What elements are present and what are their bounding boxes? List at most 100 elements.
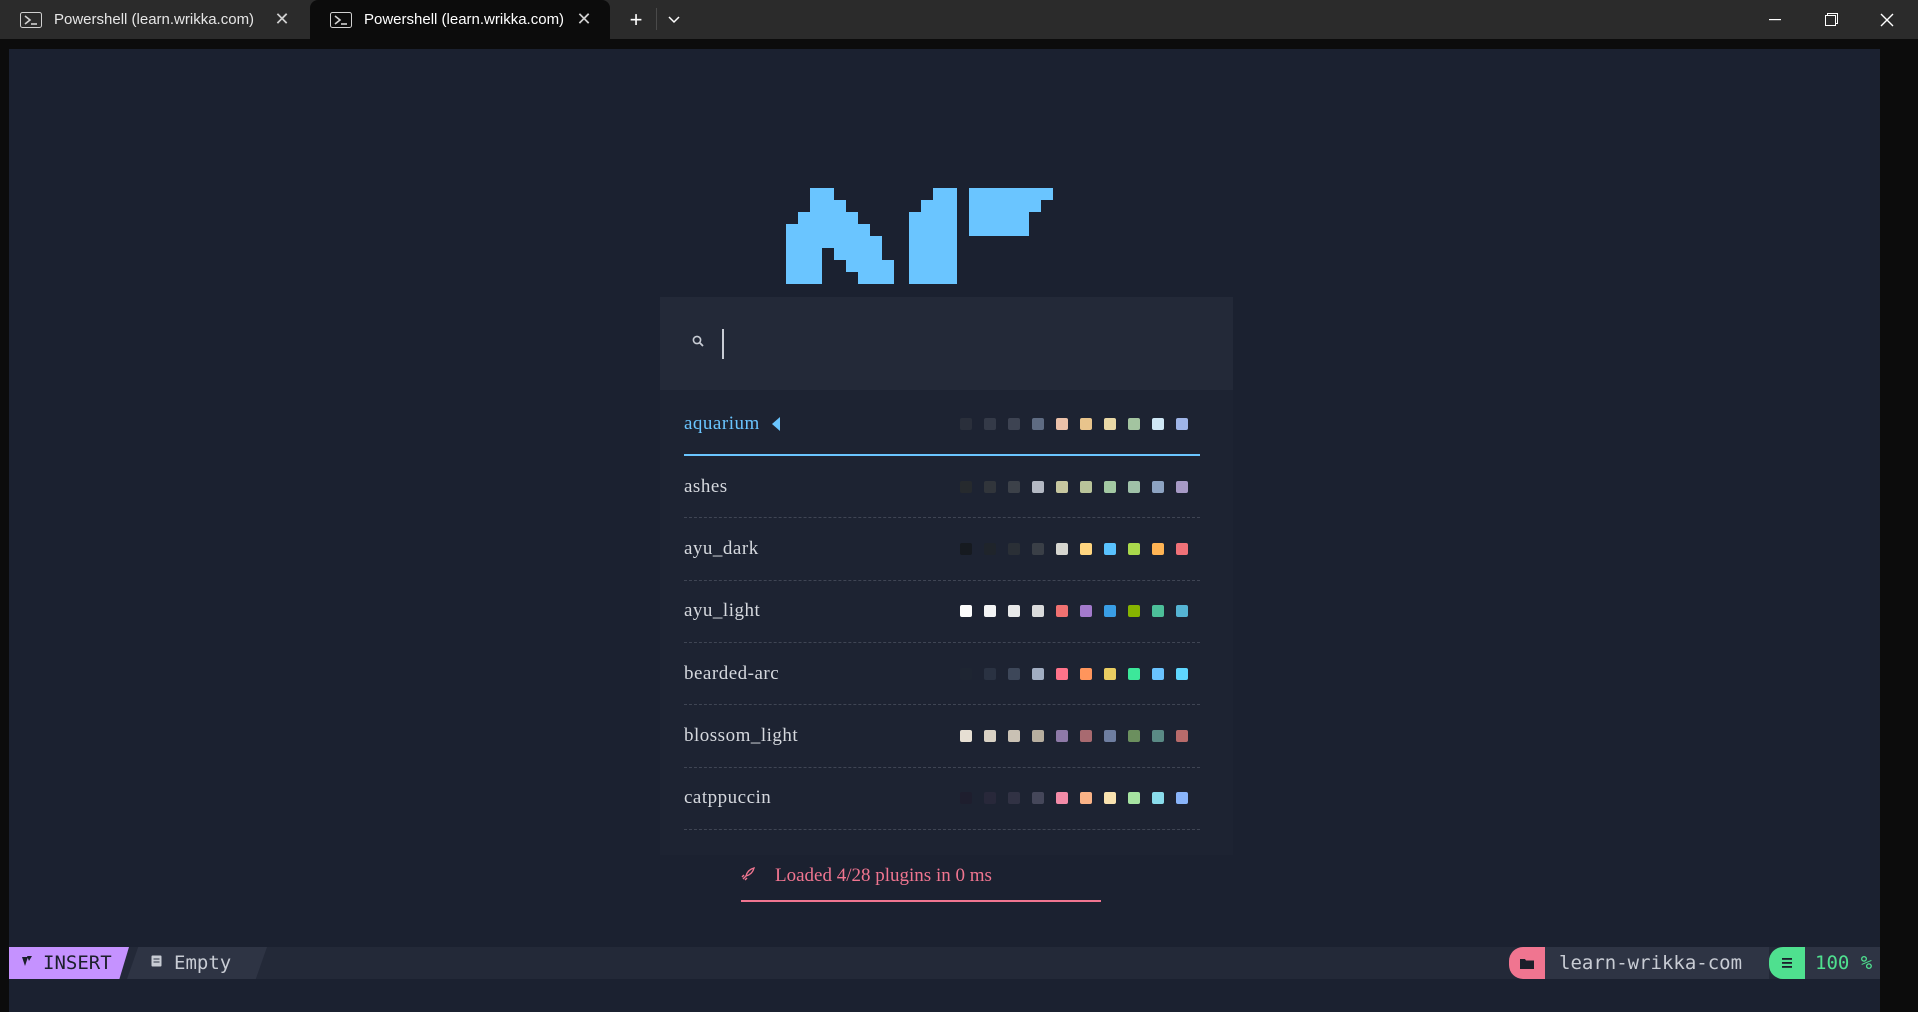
color-swatches [960, 543, 1188, 556]
search-icon [692, 335, 706, 352]
color-swatch [1128, 418, 1140, 430]
result-label: ashes [684, 475, 728, 497]
color-swatch [1104, 543, 1116, 556]
color-swatch [1056, 730, 1068, 742]
color-swatch [1080, 792, 1092, 805]
color-swatch [960, 605, 972, 618]
text-cursor [722, 328, 724, 359]
color-swatch [1032, 730, 1044, 742]
status-line: INSERT Empty learn-wrikka-com 100 % [9, 947, 1880, 979]
color-swatch [1080, 730, 1092, 742]
color-swatch [1008, 667, 1020, 680]
result-label: aquarium [684, 413, 760, 434]
color-swatch [984, 667, 996, 680]
color-swatch [960, 792, 972, 805]
color-swatch [960, 480, 972, 493]
color-swatch [1152, 792, 1164, 805]
color-swatch [1008, 543, 1020, 556]
result-row[interactable]: ayu_dark [684, 519, 1200, 581]
color-swatch [1176, 543, 1188, 556]
result-label: blossom_light [684, 725, 799, 746]
result-row[interactable]: bearded-arc [684, 643, 1200, 706]
tab-close-icon[interactable]: ✕ [572, 8, 596, 32]
vim-mode-icon [21, 955, 33, 971]
color-swatch [1152, 667, 1164, 680]
minimize-icon[interactable] [1752, 0, 1798, 39]
divider [656, 8, 657, 30]
result-label: catppuccin [684, 787, 772, 809]
color-swatches [960, 605, 1188, 618]
color-swatch [1032, 480, 1044, 493]
color-swatch [1152, 543, 1164, 556]
file-indicator: Empty [127, 947, 267, 979]
position-label: 100 % [1805, 947, 1880, 979]
restore-icon[interactable] [1808, 0, 1854, 39]
color-swatch [1056, 480, 1068, 493]
color-swatch [1128, 667, 1140, 680]
color-swatch [1032, 605, 1044, 618]
color-swatches [960, 792, 1188, 805]
color-swatch [1128, 792, 1140, 805]
color-swatch [1032, 792, 1044, 805]
color-swatch [1128, 605, 1140, 618]
color-swatch [1032, 543, 1044, 556]
powershell-icon [330, 11, 352, 28]
color-swatch [1176, 667, 1188, 680]
color-swatches [960, 730, 1188, 742]
result-row[interactable]: ayu_light [684, 581, 1200, 643]
color-swatch [960, 730, 972, 742]
color-swatch [1104, 792, 1116, 805]
tab-powershell-1[interactable]: Powershell (learn.wrikka.com) ✕ [0, 0, 308, 39]
color-swatch [1128, 480, 1140, 493]
color-swatch [984, 543, 996, 556]
picker-prompt[interactable] [660, 297, 1233, 390]
color-swatch [1008, 418, 1020, 430]
color-swatches [960, 667, 1188, 680]
color-swatch [1128, 543, 1140, 556]
position-icon [1769, 947, 1805, 979]
tab-label: Powershell (learn.wrikka.com) [54, 11, 255, 28]
color-swatch [1104, 667, 1116, 680]
cwd-label: learn-wrikka-com [1545, 947, 1769, 979]
color-swatch [1176, 730, 1188, 742]
color-swatch [1104, 418, 1116, 430]
tab-label: Powershell (learn.wrikka.com) [364, 11, 565, 28]
color-swatch [1008, 792, 1020, 805]
color-swatch [1152, 480, 1164, 493]
color-swatch [1056, 418, 1068, 430]
color-swatch [960, 418, 972, 430]
rocket-icon [741, 866, 755, 886]
color-swatch [1152, 418, 1164, 430]
mode-indicator: INSERT [9, 947, 129, 979]
close-window-icon[interactable] [1864, 0, 1910, 39]
color-swatch [1176, 480, 1188, 493]
color-swatch [1152, 730, 1164, 742]
color-swatch [1104, 605, 1116, 618]
result-row[interactable]: blossom_light [684, 706, 1200, 768]
result-row[interactable]: catppuccin [684, 768, 1200, 830]
color-swatch [960, 667, 972, 680]
terminal-border [1880, 39, 1918, 1012]
result-row[interactable]: ashes [684, 456, 1200, 519]
color-swatch [1032, 418, 1044, 430]
neovim-logo [786, 188, 1053, 284]
tab-close-icon[interactable]: ✕ [270, 8, 294, 32]
file-label: Empty [174, 952, 232, 974]
result-row[interactable]: aquarium [684, 394, 1200, 456]
color-swatch [960, 543, 972, 556]
terminal-border [0, 39, 9, 1012]
color-swatch [1008, 730, 1020, 742]
color-swatch [1032, 667, 1044, 680]
color-swatch [984, 605, 996, 618]
color-swatch [1176, 605, 1188, 618]
new-tab-icon[interactable]: + [620, 0, 652, 39]
chevron-down-icon[interactable] [660, 0, 688, 39]
color-swatch [1080, 543, 1092, 556]
color-swatch [984, 418, 996, 430]
color-swatch [1056, 792, 1068, 805]
loaded-message: Loaded 4/28 plugins in 0 ms [741, 852, 1101, 902]
tab-powershell-2[interactable]: Powershell (learn.wrikka.com) ✕ [310, 0, 610, 39]
result-label: bearded-arc [684, 662, 780, 684]
title-bar: Powershell (learn.wrikka.com) ✕ Powershe… [0, 0, 1918, 39]
color-swatch [984, 480, 996, 493]
